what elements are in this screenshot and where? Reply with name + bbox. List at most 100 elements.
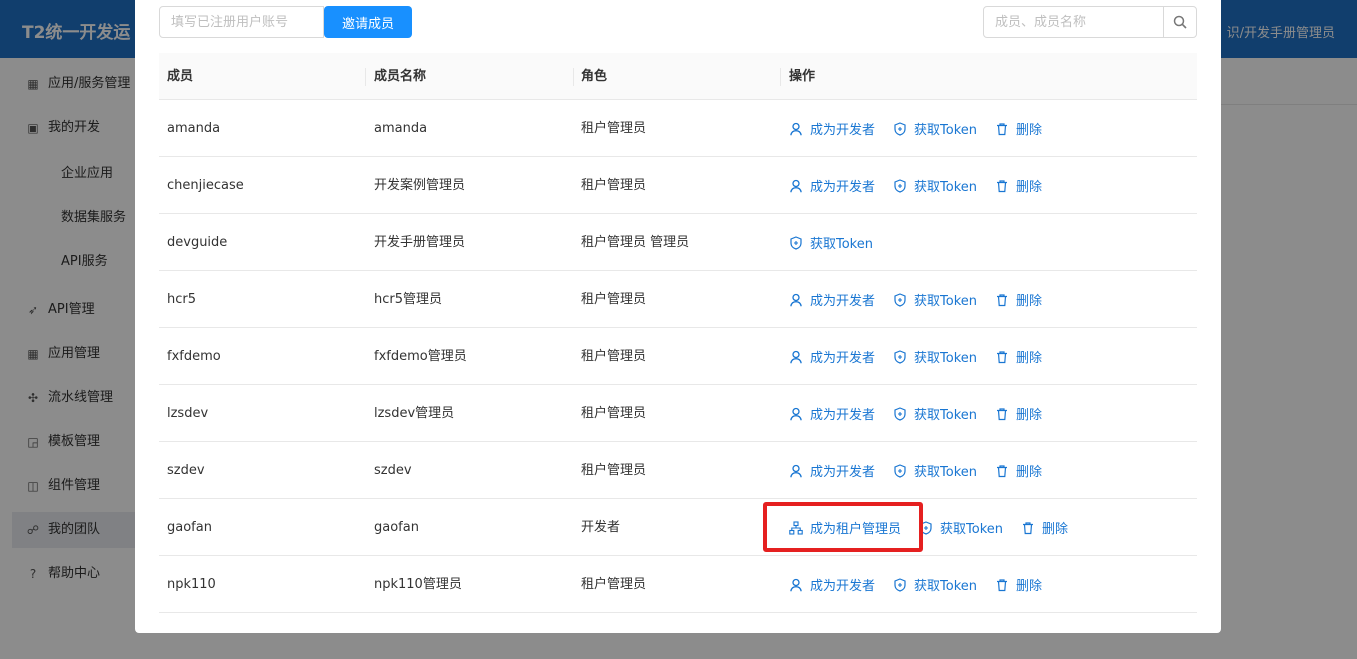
delete-link[interactable]: 删除 [995, 290, 1042, 309]
action-label: 获取Token [914, 180, 978, 195]
column-header-actions: 操作 [789, 69, 816, 84]
cell-member-name: amanda [374, 121, 428, 136]
shield-icon [894, 292, 906, 307]
shield-icon [790, 235, 802, 250]
action-label: 获取Token [914, 465, 978, 480]
row-actions: 成为开发者 获取Token 删除 [789, 271, 1042, 328]
action-label: 获取Token [914, 351, 978, 366]
cell-role: 租户管理员 [581, 463, 647, 478]
cell-member-name: gaofan [374, 520, 419, 535]
become-developer-link[interactable]: 成为开发者 [789, 290, 875, 309]
table-row: hcr5 hcr5管理员 租户管理员 成为开发者 获取Token 删除 [159, 271, 1197, 328]
action-label: 获取Token [914, 408, 978, 423]
action-label: 删除 [1042, 522, 1069, 537]
column-header-role: 角色 [581, 69, 608, 84]
become-developer-link[interactable]: 成为开发者 [789, 404, 875, 423]
column-header-name: 成员名称 [374, 69, 427, 84]
members-table: 成员 成员名称 角色 操作 amanda amanda 租户管理员 成为开发者 获取To… [159, 53, 1197, 613]
shield-icon [894, 349, 906, 364]
cell-role: 租户管理员 [581, 577, 647, 592]
action-label: 删除 [1016, 579, 1043, 594]
user-icon [790, 578, 802, 591]
cell-role: 租户管理员 [581, 178, 647, 193]
shield-icon [920, 520, 932, 535]
get-token-link[interactable]: 获取Token [893, 290, 977, 309]
trash-icon [997, 293, 1008, 306]
table-body: amanda amanda 租户管理员 成为开发者 获取Token 删除 chenjieca… [159, 100, 1197, 613]
column-divider [780, 68, 781, 86]
get-token-link[interactable]: 获取Token [893, 404, 977, 423]
become-developer-link[interactable]: 成为开发者 [789, 119, 875, 138]
cell-member: lzsdev [167, 406, 209, 421]
cell-role: 租户管理员 管理员 [581, 235, 690, 250]
get-token-link[interactable]: 获取Token [893, 575, 977, 594]
invite-member-button[interactable]: 邀请成员 [324, 6, 412, 38]
action-label: 成为开发者 [810, 123, 876, 138]
delete-link[interactable]: 删除 [995, 575, 1042, 594]
become-developer-link[interactable]: 成为开发者 [789, 461, 875, 480]
action-label: 删除 [1016, 123, 1043, 138]
cell-member-name: fxfdemo管理员 [374, 349, 467, 364]
delete-link[interactable]: 删除 [995, 176, 1042, 195]
become-admin-link[interactable]: 成为租户管理员 [789, 518, 901, 537]
action-label: 成为开发者 [810, 351, 876, 366]
become-developer-link[interactable]: 成为开发者 [789, 575, 875, 594]
delete-link[interactable]: 删除 [995, 461, 1042, 480]
delete-link[interactable]: 删除 [995, 347, 1042, 366]
action-label: 成为租户管理员 [810, 522, 902, 537]
cell-role: 租户管理员 [581, 406, 647, 421]
action-label: 成为开发者 [810, 579, 876, 594]
get-token-link[interactable]: 获取Token [919, 518, 1003, 537]
table-header: 成员 成员名称 角色 操作 [159, 53, 1197, 100]
column-divider [365, 68, 366, 86]
table-row: chenjiecase 开发案例管理员 租户管理员 成为开发者 获取Token 删除 [159, 157, 1197, 214]
table-row: npk110 npk110管理员 租户管理员 成为开发者 获取Token 删除 [159, 556, 1197, 613]
user-icon [790, 293, 802, 306]
action-label: 获取Token [914, 579, 978, 594]
action-label: 删除 [1016, 180, 1043, 195]
action-label: 删除 [1016, 408, 1043, 423]
trash-icon [997, 407, 1008, 420]
action-label: 删除 [1016, 465, 1043, 480]
table-row: fxfdemo fxfdemo管理员 租户管理员 成为开发者 获取Token 删除 [159, 328, 1197, 385]
cell-member: npk110 [167, 577, 216, 592]
get-token-link[interactable]: 获取Token [893, 347, 977, 366]
user-icon [790, 407, 802, 420]
shield-icon [894, 577, 906, 592]
row-actions: 成为开发者 获取Token 删除 [789, 157, 1042, 214]
cell-member: gaofan [167, 520, 212, 535]
get-token-link[interactable]: 获取Token [893, 176, 977, 195]
shield-icon [894, 178, 906, 193]
column-divider [573, 68, 574, 86]
become-developer-link[interactable]: 成为开发者 [789, 176, 875, 195]
action-label: 删除 [1016, 294, 1043, 309]
action-label: 成为开发者 [810, 294, 876, 309]
row-actions: 成为开发者 获取Token 删除 [789, 100, 1042, 157]
row-actions: 成为租户管理员 获取Token 删除 [789, 499, 1068, 556]
row-actions: 成为开发者 获取Token 删除 [789, 328, 1042, 385]
user-icon [790, 122, 802, 135]
cell-role: 租户管理员 [581, 292, 647, 307]
get-token-link[interactable]: 获取Token [893, 119, 977, 138]
action-label: 获取Token [940, 522, 1004, 537]
delete-link[interactable]: 删除 [1021, 518, 1068, 537]
member-search-input[interactable] [983, 6, 1164, 38]
action-label: 获取Token [914, 294, 978, 309]
get-token-link[interactable]: 获取Token [893, 461, 977, 480]
get-token-link[interactable]: 获取Token [789, 233, 873, 252]
table-row: szdev szdev 租户管理员 成为开发者 获取Token 删除 [159, 442, 1197, 499]
row-actions: 获取Token [789, 214, 873, 271]
search-button[interactable] [1163, 6, 1197, 38]
cell-member-name: npk110管理员 [374, 577, 462, 592]
invite-account-input[interactable] [159, 6, 324, 38]
become-developer-link[interactable]: 成为开发者 [789, 347, 875, 366]
action-label: 删除 [1016, 351, 1043, 366]
trash-icon [1023, 521, 1034, 534]
delete-link[interactable]: 删除 [995, 404, 1042, 423]
delete-link[interactable]: 删除 [995, 119, 1042, 138]
trash-icon [997, 122, 1008, 135]
cell-member-name: szdev [374, 463, 412, 478]
cell-member: hcr5 [167, 292, 197, 307]
cell-member: fxfdemo [167, 349, 221, 364]
cell-member: amanda [167, 121, 221, 136]
